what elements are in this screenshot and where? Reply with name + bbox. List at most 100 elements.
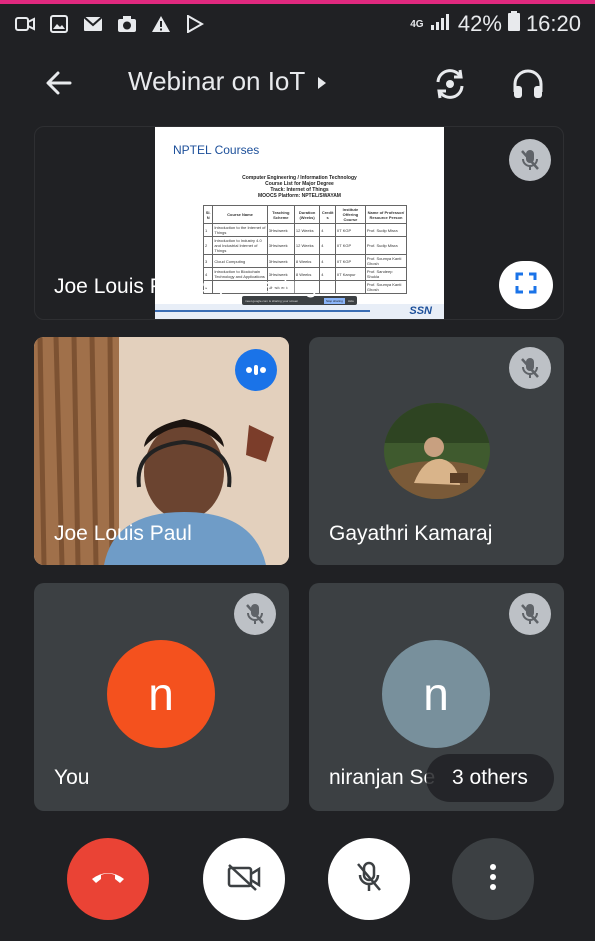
network-type: 4G (410, 18, 424, 30)
mic-muted-icon (234, 593, 276, 635)
end-call-button[interactable] (67, 838, 149, 920)
camera-off-icon (226, 863, 262, 896)
table-cell: Cloud Computing (212, 254, 268, 268)
table-cell: IIT KGP (335, 236, 366, 255)
participant-name: Gayathri Kamaraj (329, 522, 493, 545)
more-vert-icon (489, 863, 497, 896)
status-indicators: 4G 42% 16:20 (410, 11, 581, 37)
table-cell: 4 (319, 236, 336, 255)
battery-icon (507, 11, 520, 37)
presentation-tile[interactable]: NPTEL Courses Computer Engineering / Inf… (34, 126, 564, 320)
hide-share-bar-button[interactable]: Hide (348, 299, 354, 303)
camera-toggle-button[interactable] (203, 838, 285, 920)
mic-muted-icon (509, 347, 551, 389)
mail-icon (82, 14, 104, 34)
back-arrow-icon[interactable] (44, 68, 84, 98)
table-cell: Prof. Soumya Kanti Ghosh (364, 254, 408, 268)
slide-logo: SSN (409, 305, 432, 317)
slide-brand: NPTEL Courses (173, 143, 260, 157)
table-cell: 12 Weeks (293, 223, 321, 237)
table-header-cell: Course Name (212, 205, 268, 224)
speaking-indicator-icon (235, 349, 277, 391)
headphones-icon[interactable] (510, 66, 550, 102)
table-cell: 12 Weeks (293, 236, 321, 255)
table-header-row: Sl. N Course Name Teaching Scheme Duration … (202, 205, 408, 224)
table-row: 1 Introduction to the Internet of Things 3… (202, 223, 408, 237)
end-call-icon (90, 867, 126, 892)
table-cell: 3Hrs/week (266, 236, 295, 255)
table-cell: Prof. Soumya Kanti Ghosh (364, 280, 408, 294)
status-bar: 4G 42% 16:20 (0, 4, 595, 44)
table-cell: 4 (319, 223, 336, 237)
table-header-cell: Name of Professor/ Resource Person (364, 205, 408, 224)
table-header-cell: Institute Offering Course (335, 205, 366, 224)
table-cell: Introduction to the Internet of Things (212, 223, 268, 237)
table-cell: 3Hrs/week (266, 254, 295, 268)
table-cell: 8 Weeks (293, 254, 321, 268)
table-cell: 3 (202, 254, 214, 268)
avatar-initial: n (423, 668, 449, 720)
mic-muted-icon (509, 593, 551, 635)
table-cell: Prof. Sudip Misra (364, 223, 408, 237)
share-bar-text: meet.google.com is sharing your screen (245, 298, 299, 303)
fullscreen-button[interactable] (499, 261, 553, 309)
others-chip[interactable]: 3 others (426, 754, 554, 802)
table-header-cell: Duration (Weeks) (293, 205, 321, 224)
battery-level: 42% (457, 11, 502, 36)
table-cell: 1 (202, 223, 214, 237)
table-cell: IIT KGP (335, 223, 366, 237)
switch-camera-icon[interactable] (430, 66, 470, 102)
table-cell: Prof. Sudip Misra (364, 236, 408, 255)
meeting-title: Webinar on IoT (128, 66, 306, 96)
meeting-header: Webinar on IoT (0, 54, 595, 112)
more-options-button[interactable] (452, 838, 534, 920)
avatar-initial: n (148, 668, 174, 720)
slide-footer-rule (155, 310, 370, 312)
clock: 16:20 (525, 11, 581, 36)
signal-icon (430, 11, 452, 37)
avatar: n (107, 640, 215, 748)
participant-name: You (54, 766, 90, 789)
table-cell: 4 (319, 254, 336, 268)
table-header-cell: Credit s (319, 205, 336, 224)
table-cell: 2 (202, 236, 214, 255)
gallery-icon (48, 14, 70, 34)
slide-heading: Computer Engineering / Information Techn… (155, 175, 444, 199)
table-header-cell: Teaching Scheme (266, 205, 295, 224)
mic-muted-icon (509, 139, 551, 181)
table-cell (319, 280, 336, 294)
table-row: 2 Introduction to Industry 4.0 and Indust… (202, 236, 408, 255)
table-cell: IIT Kanpur (335, 267, 366, 281)
fullscreen-icon (515, 272, 537, 299)
chevron-right-icon (317, 66, 327, 97)
stop-sharing-button[interactable]: Stop sharing (323, 297, 345, 304)
participant-tile-niranjan[interactable]: n niranjan Se 3 others (309, 583, 564, 811)
avatar: n (382, 640, 490, 748)
participant-tile-you[interactable]: n You (34, 583, 289, 811)
slide-heading-line4: MOOCS Platform: NPTEL/SWAYAM (258, 193, 341, 199)
participant-tile-gayathri[interactable]: Gayathri Kamaraj (309, 337, 564, 565)
presenter-label: Joe Louis Paul is presenting (54, 275, 317, 298)
table-cell: 4 (319, 267, 336, 281)
table-cell: IIT KGP (335, 254, 366, 268)
participant-tile-joe[interactable]: Joe Louis Paul (34, 337, 289, 565)
participant-name: Joe Louis Paul (54, 522, 192, 545)
table-cell: Prof. Sandeep Shukla (364, 267, 408, 281)
meeting-title-button[interactable]: Webinar on IoT (128, 66, 327, 97)
play-store-icon (184, 14, 206, 34)
participant-name: niranjan Se (329, 766, 436, 789)
slide-footer: SSN (155, 304, 444, 319)
table-header-cell: Sl. N (202, 205, 214, 224)
participant-photo (384, 403, 490, 499)
status-notifications (14, 14, 206, 34)
table-cell (335, 280, 366, 294)
warning-icon (150, 14, 172, 34)
table-cell: 3Hrs/week (266, 223, 295, 237)
others-count: 3 others (452, 766, 528, 789)
mic-toggle-button[interactable] (328, 838, 410, 920)
camera-icon (116, 14, 138, 34)
video-call-notification-icon (14, 14, 36, 34)
table-cell: Introduction to Industry 4.0 and Industr… (212, 236, 268, 255)
table-row: 3 Cloud Computing 3Hrs/week 8 Weeks 4 IIT KGP… (202, 254, 408, 268)
mic-off-icon (355, 861, 383, 898)
